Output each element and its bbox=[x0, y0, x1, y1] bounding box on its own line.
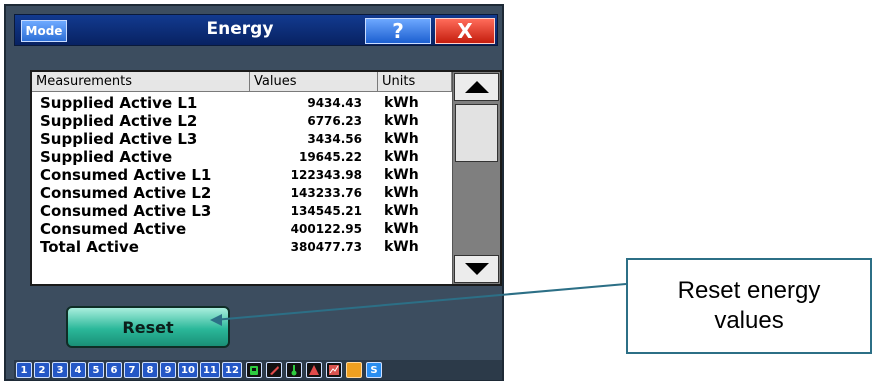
callout-box: Reset energy values bbox=[626, 258, 872, 354]
